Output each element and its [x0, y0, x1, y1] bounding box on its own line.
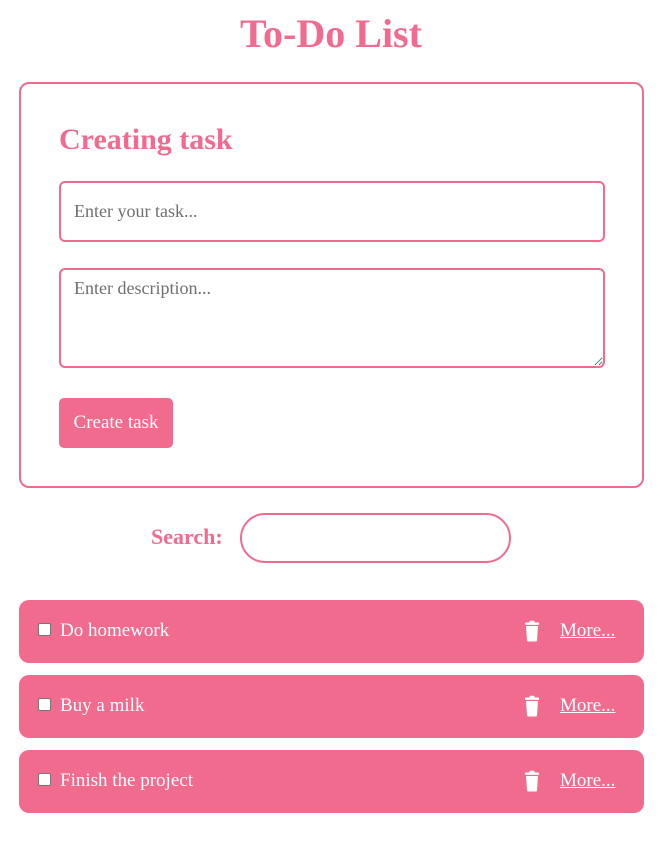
trash-icon[interactable]	[521, 770, 543, 792]
create-task-button[interactable]: Create task	[59, 398, 173, 448]
task-label: Finish the project	[60, 770, 193, 791]
task-label: Do homework	[60, 620, 170, 641]
task-title-input[interactable]	[59, 181, 605, 242]
task-item: Do homework More...	[19, 600, 644, 663]
task-item: Buy a milk More...	[19, 675, 644, 738]
task-label: Buy a milk	[60, 695, 145, 716]
search-label: Search:	[151, 524, 223, 549]
create-task-card: Creating task Create task	[19, 82, 644, 488]
more-link[interactable]: More...	[560, 620, 615, 642]
search-input[interactable]	[240, 513, 511, 563]
trash-icon[interactable]	[521, 695, 543, 717]
task-description-input[interactable]	[59, 268, 605, 368]
task-checkbox[interactable]	[38, 623, 51, 636]
page-title: To-Do List	[240, 11, 422, 56]
more-link[interactable]: More...	[560, 770, 615, 792]
trash-icon[interactable]	[521, 620, 543, 642]
task-item: Finish the project More...	[19, 750, 644, 813]
create-task-heading: Creating task	[59, 123, 233, 156]
task-checkbox[interactable]	[38, 698, 51, 711]
task-checkbox[interactable]	[38, 773, 51, 786]
more-link[interactable]: More...	[560, 695, 615, 717]
